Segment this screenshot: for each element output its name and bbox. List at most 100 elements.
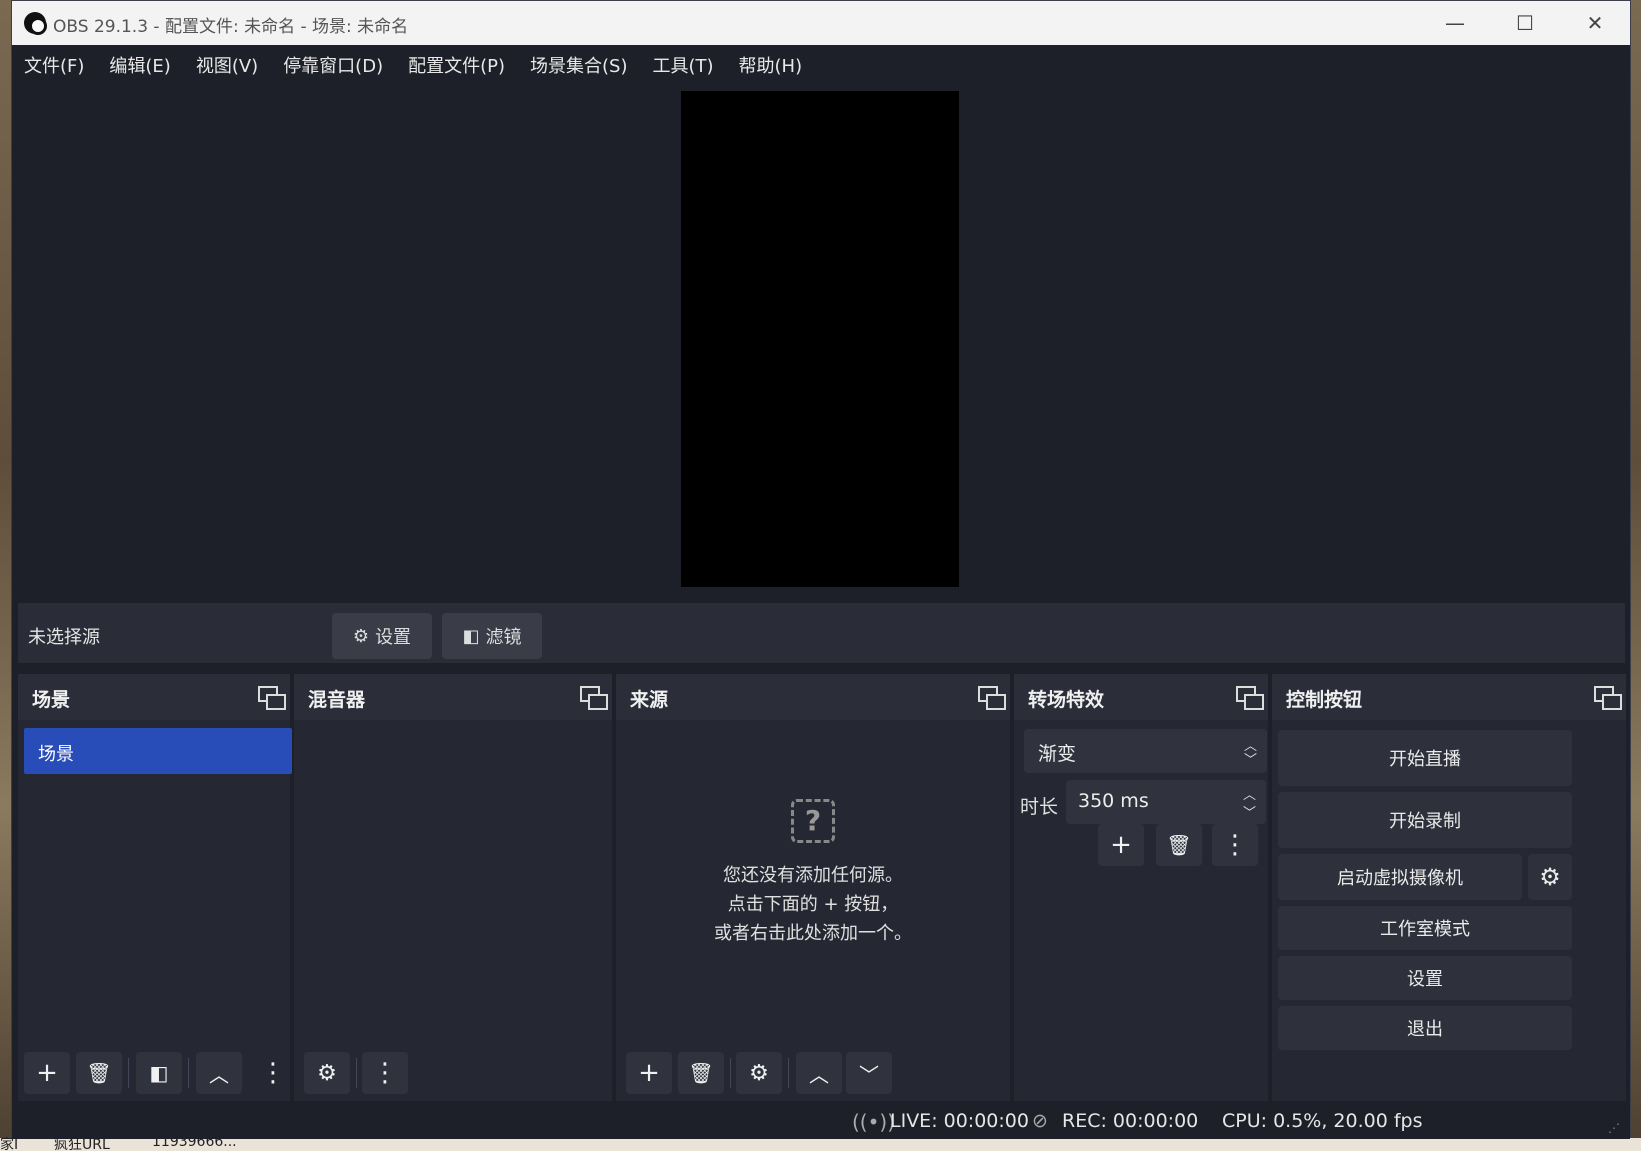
move-scene-up-button[interactable]: ︿ bbox=[196, 1052, 242, 1094]
undock-icon[interactable] bbox=[1236, 686, 1264, 710]
trash-icon: 🗑 bbox=[1166, 833, 1192, 857]
title-bar[interactable]: OBS 29.1.3 - 配置文件: 未命名 - 场景: 未命名 — ☐ ✕ bbox=[12, 1, 1630, 45]
close-button[interactable]: ✕ bbox=[1560, 1, 1630, 45]
empty-line-2: 点击下面的 + 按钮， bbox=[727, 894, 899, 915]
obs-window: OBS 29.1.3 - 配置文件: 未命名 - 场景: 未命名 — ☐ ✕ 文… bbox=[11, 0, 1631, 1139]
filter-icon: ◧ bbox=[149, 1061, 169, 1085]
scenes-more-button[interactable]: ⋮ bbox=[250, 1052, 296, 1094]
menu-docks[interactable]: 停靠窗口(D) bbox=[283, 52, 383, 78]
transitions-dock: 转场特效 渐变 ︿ ﹀ 时长 350 ms ︿ ﹀ + 🗑 ⋮ bbox=[1014, 674, 1268, 1101]
controls-dock-title: 控制按钮 bbox=[1286, 689, 1363, 711]
menu-help[interactable]: 帮助(H) bbox=[739, 52, 803, 78]
duration-label: 时长 bbox=[1020, 796, 1059, 818]
resize-grip-icon[interactable]: ⋰ bbox=[1608, 1121, 1620, 1135]
undock-icon[interactable] bbox=[1594, 686, 1622, 710]
status-bar: ((•)) LIVE: 00:00:00 ⊘ REC: 00:00:00 CPU… bbox=[12, 1103, 1630, 1139]
source-filters-label: 滤镜 bbox=[485, 627, 522, 648]
add-source-button[interactable]: + bbox=[626, 1052, 672, 1094]
plus-icon: + bbox=[36, 1058, 58, 1088]
remove-transition-button[interactable]: 🗑 bbox=[1156, 824, 1202, 866]
menu-tools[interactable]: 工具(T) bbox=[652, 52, 713, 78]
start-virtual-camera-button[interactable]: 启动虚拟摄像机 bbox=[1278, 854, 1522, 900]
chevron-up-icon: ︿ bbox=[809, 1062, 829, 1087]
toolbar-separator bbox=[730, 1058, 731, 1088]
transitions-dock-header: 转场特效 bbox=[1014, 674, 1268, 720]
sources-dock[interactable]: 来源 ? 您还没有添加任何源。 点击下面的 + 按钮， 或者右击此处添加一个。 … bbox=[616, 674, 1010, 1101]
minimize-button[interactable]: — bbox=[1420, 1, 1490, 45]
source-filters-button[interactable]: ◧ 滤镜 bbox=[442, 613, 542, 659]
no-source-label: 未选择源 bbox=[28, 627, 100, 648]
sources-dock-title: 来源 bbox=[630, 689, 669, 711]
exit-button[interactable]: 退出 bbox=[1278, 1006, 1572, 1050]
source-settings-label: 设置 bbox=[375, 627, 412, 648]
sources-empty-message: ? 您还没有添加任何源。 点击下面的 + 按钮， 或者右击此处添加一个。 bbox=[616, 799, 1010, 948]
audio-settings-button[interactable]: ⚙ bbox=[304, 1052, 350, 1094]
mixer-more-button[interactable]: ⋮ bbox=[362, 1052, 408, 1094]
preview-area[interactable] bbox=[12, 85, 1630, 595]
record-status-icon: ⊘ bbox=[1032, 1110, 1048, 1132]
undock-icon[interactable] bbox=[258, 686, 286, 710]
source-toolbar: 未选择源 ⚙ 设置 ◧ 滤镜 bbox=[18, 603, 1625, 663]
window-title: OBS 29.1.3 - 配置文件: 未命名 - 场景: 未命名 bbox=[53, 17, 409, 37]
scene-list-item[interactable]: 场景 bbox=[24, 728, 292, 774]
source-settings-button[interactable]: ⚙ 设置 bbox=[332, 613, 432, 659]
filter-icon: ◧ bbox=[462, 625, 480, 647]
empty-line-3: 或者右击此处添加一个。 bbox=[714, 923, 912, 944]
scenes-dock: 场景 场景 + 🗑 ◧ ︿ ⋮ bbox=[18, 674, 292, 1101]
spin-down-icon: ﹀ bbox=[1243, 753, 1257, 768]
increment-icon[interactable]: ︿ bbox=[1243, 784, 1256, 803]
remove-scene-button[interactable]: 🗑 bbox=[76, 1052, 122, 1094]
undock-icon[interactable] bbox=[580, 686, 608, 710]
live-timer: LIVE: 00:00:00 bbox=[890, 1110, 1029, 1132]
maximize-button[interactable]: ☐ bbox=[1490, 1, 1560, 45]
taskbar-strip bbox=[0, 1138, 1641, 1151]
duration-spinbox[interactable]: 350 ms ︿ ﹀ bbox=[1066, 780, 1266, 824]
transitions-dock-title: 转场特效 bbox=[1028, 689, 1105, 711]
start-streaming-button[interactable]: 开始直播 bbox=[1278, 730, 1572, 786]
chevron-down-icon: ﹀ bbox=[859, 1062, 879, 1087]
controls-dock-header: 控制按钮 bbox=[1272, 674, 1626, 720]
transition-more-button[interactable]: ⋮ bbox=[1212, 824, 1258, 866]
scene-filters-button[interactable]: ◧ bbox=[136, 1052, 182, 1094]
menu-profile[interactable]: 配置文件(P) bbox=[408, 52, 505, 78]
source-properties-button[interactable]: ⚙ bbox=[736, 1052, 782, 1094]
cpu-usage: CPU: 0.5%, 20.00 fps bbox=[1222, 1110, 1423, 1132]
mixer-dock-title: 混音器 bbox=[308, 689, 366, 711]
menu-file[interactable]: 文件(F) bbox=[24, 52, 84, 78]
mixer-dock-header: 混音器 bbox=[294, 674, 612, 720]
trash-icon: 🗑 bbox=[688, 1061, 714, 1085]
remove-source-button[interactable]: 🗑 bbox=[678, 1052, 724, 1094]
transition-select-value: 渐变 bbox=[1038, 743, 1077, 765]
decrement-icon[interactable]: ﹀ bbox=[1243, 802, 1256, 821]
trash-icon: 🗑 bbox=[86, 1061, 112, 1085]
move-source-up-button[interactable]: ︿ bbox=[796, 1052, 842, 1094]
controls-dock: 控制按钮 开始直播 开始录制 启动虚拟摄像机 ⚙ 工作室模式 设置 退出 bbox=[1272, 674, 1626, 1101]
chevron-up-icon: ︿ bbox=[209, 1062, 229, 1087]
gears-icon: ⚙ bbox=[317, 1060, 337, 1086]
scenes-dock-header: 场景 bbox=[18, 674, 290, 720]
settings-button[interactable]: 设置 bbox=[1278, 956, 1572, 1000]
empty-line-1: 您还没有添加任何源。 bbox=[723, 865, 903, 886]
start-recording-button[interactable]: 开始录制 bbox=[1278, 792, 1572, 848]
unknown-source-icon: ? bbox=[791, 799, 835, 843]
move-source-down-button[interactable]: ﹀ bbox=[846, 1052, 892, 1094]
menu-scene-collection[interactable]: 场景集合(S) bbox=[530, 52, 627, 78]
gear-icon: ⚙ bbox=[1539, 863, 1561, 891]
plus-icon: + bbox=[638, 1058, 660, 1088]
plus-icon: + bbox=[1110, 830, 1132, 860]
preview-canvas[interactable] bbox=[681, 91, 959, 587]
undock-icon[interactable] bbox=[978, 686, 1006, 710]
add-transition-button[interactable]: + bbox=[1098, 824, 1144, 866]
transition-select[interactable]: 渐变 ︿ ﹀ bbox=[1024, 729, 1267, 773]
more-vertical-icon: ⋮ bbox=[260, 1058, 286, 1088]
sources-dock-header: 来源 bbox=[616, 674, 1010, 720]
studio-mode-button[interactable]: 工作室模式 bbox=[1278, 906, 1572, 950]
add-scene-button[interactable]: + bbox=[24, 1052, 70, 1094]
obs-logo-icon bbox=[24, 12, 47, 35]
menu-bar: 文件(F) 编辑(E) 视图(V) 停靠窗口(D) 配置文件(P) 场景集合(S… bbox=[12, 45, 1630, 85]
toolbar-separator bbox=[188, 1058, 189, 1088]
menu-edit[interactable]: 编辑(E) bbox=[109, 52, 170, 78]
rec-timer: REC: 00:00:00 bbox=[1062, 1110, 1199, 1132]
menu-view[interactable]: 视图(V) bbox=[196, 52, 258, 78]
virtual-camera-settings-button[interactable]: ⚙ bbox=[1528, 854, 1572, 900]
